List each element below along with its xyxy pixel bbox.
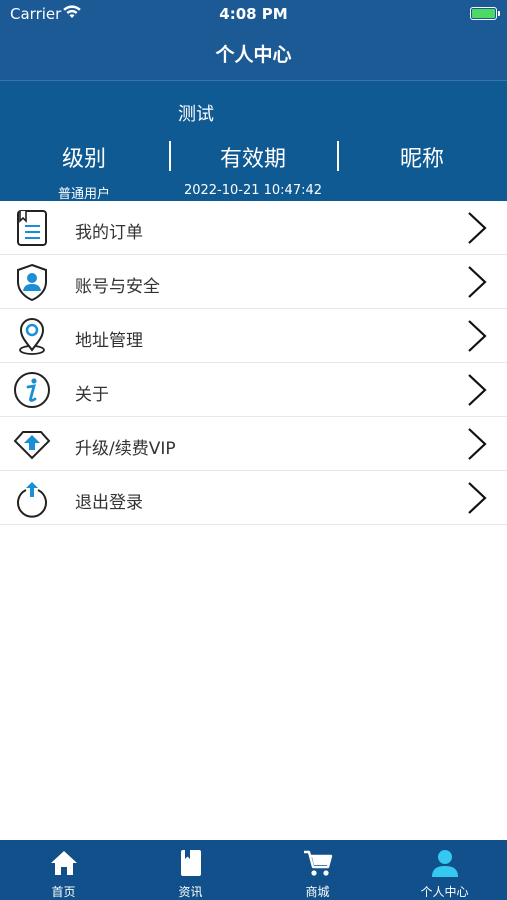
chevron-right-icon: [468, 374, 487, 406]
cart-icon: [303, 850, 332, 876]
chevron-right-icon: [468, 482, 487, 514]
status-bar: Carrier 4:08 PM: [0, 0, 507, 28]
location-pin-icon: [19, 318, 45, 355]
tab-label: 资讯: [178, 885, 203, 899]
profile-level: 级别 普通用户: [0, 141, 168, 202]
menu-item-label: 退出登录: [75, 493, 143, 513]
tab-label: 首页: [51, 885, 76, 899]
news-book-icon: [180, 850, 201, 876]
tab-mall[interactable]: 商城: [254, 840, 381, 900]
profile-username: 测试: [178, 104, 214, 125]
menu-item-upgrade-vip[interactable]: 升级/续费VIP: [0, 417, 507, 471]
menu-item-about[interactable]: 关于: [0, 363, 507, 417]
menu-item-label: 账号与安全: [75, 277, 160, 297]
menu-item-logout[interactable]: 退出登录: [0, 471, 507, 525]
shield-user-icon: [17, 263, 47, 302]
menu-item-account-security[interactable]: 账号与安全: [0, 255, 507, 309]
menu-item-label: 我的订单: [75, 223, 143, 243]
chevron-right-icon: [468, 320, 487, 352]
tab-bar: 首页 资讯 商城 个人中心: [0, 840, 507, 900]
tab-home[interactable]: 首页: [0, 840, 127, 900]
menu-item-label: 关于: [75, 385, 109, 405]
profile-validity: 有效期 2022-10-21 10:47:42: [169, 141, 337, 198]
home-icon: [50, 851, 77, 875]
menu-item-label: 升级/续费VIP: [75, 439, 176, 459]
nickname-heading: 昵称: [399, 147, 444, 172]
order-list-icon: [17, 210, 47, 246]
menu-item-address[interactable]: 地址管理: [0, 309, 507, 363]
validity-value: 2022-10-21 10:47:42: [183, 183, 323, 198]
page-title: 个人中心: [215, 44, 292, 66]
top-bar: Carrier 4:08 PM 个人中心: [0, 0, 507, 80]
menu-list: 我的订单 账号与安全 地址管理 关于 升级/续费VIP 退出登录: [0, 201, 507, 525]
tab-profile[interactable]: 个人中心: [381, 840, 507, 900]
profile-nickname: 昵称: [338, 141, 506, 183]
menu-item-label: 地址管理: [75, 331, 143, 351]
validity-heading: 有效期: [219, 147, 286, 172]
chevron-right-icon: [468, 212, 487, 244]
level-heading: 级别: [61, 147, 106, 172]
upgrade-diamond-icon: [13, 431, 51, 460]
tab-label: 个人中心: [420, 885, 469, 899]
tab-news[interactable]: 资讯: [127, 840, 254, 900]
info-icon: [14, 372, 50, 408]
battery-icon: [470, 7, 500, 20]
profile-panel: 测试 级别 普通用户 有效期 2022-10-21 10:47:42 昵称: [0, 80, 507, 202]
chevron-right-icon: [468, 266, 487, 298]
status-time: 4:08 PM: [219, 5, 288, 23]
level-value: 普通用户: [57, 187, 110, 202]
tab-label: 商城: [305, 885, 330, 899]
user-icon: [431, 850, 458, 877]
chevron-right-icon: [468, 428, 487, 460]
logout-icon: [17, 482, 47, 518]
menu-item-orders[interactable]: 我的订单: [0, 201, 507, 255]
